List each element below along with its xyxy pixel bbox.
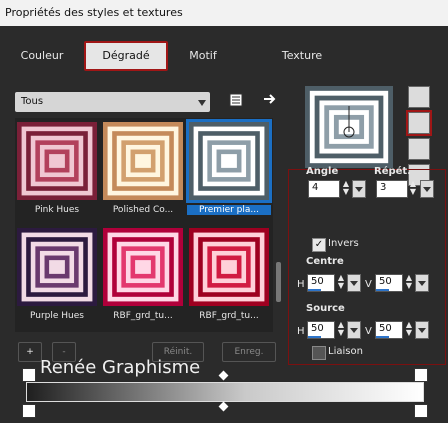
scrollbar-thumb[interactable] <box>276 262 281 302</box>
bottom-left-stop-marker[interactable] <box>22 404 36 418</box>
gradient-name: Purple Hues <box>30 311 84 321</box>
gradient-thumbnail <box>189 228 269 306</box>
tab-bar: Couleur Dégradé Motif Texture <box>0 41 448 71</box>
chevron-down-icon <box>198 100 206 106</box>
gradient-band <box>49 154 65 168</box>
gradient-item[interactable]: Premier pla... <box>186 119 272 218</box>
gradient-band <box>221 260 237 274</box>
gradient-item[interactable]: RBF_grd_tu... <box>187 226 271 324</box>
invert-checkbox[interactable]: ✓ <box>312 238 326 252</box>
center-h-label: H <box>297 279 305 290</box>
center-h-input[interactable]: 50 <box>307 274 335 292</box>
gradient-item[interactable]: RBF_grd_tu... <box>101 226 185 324</box>
bottom-midpoint-marker[interactable] <box>218 401 229 412</box>
repeat-label: Répét. <box>374 166 412 177</box>
repeat-stepper[interactable]: ▲ ▼ <box>406 180 420 196</box>
source-h-stepper[interactable]: ▲ ▼ <box>334 321 348 337</box>
source-h-dropdown[interactable] <box>347 321 361 339</box>
source-v-label: V <box>365 326 372 337</box>
gradient-thumbnail <box>17 228 97 306</box>
gradient-band <box>49 260 65 274</box>
repeat-input[interactable]: 3 <box>376 180 408 198</box>
gradient-thumbnail <box>103 122 183 200</box>
angle-dropdown[interactable] <box>352 180 366 198</box>
tab-motif[interactable]: Motif <box>176 44 230 68</box>
square-gradient-tool-icon[interactable] <box>406 110 432 136</box>
save-button[interactable]: Enreg. <box>222 342 276 362</box>
gradient-bar[interactable] <box>26 382 424 402</box>
title-bar: Propriétés des styles et textures <box>0 0 448 26</box>
source-v-input[interactable]: 50 <box>375 321 403 339</box>
linear-gradient-tool-icon[interactable] <box>408 86 430 108</box>
top-right-stop-marker[interactable] <box>414 368 428 382</box>
category-dropdown[interactable]: Tous <box>15 92 210 112</box>
gradient-band <box>135 260 151 274</box>
gradient-name: Pink Hues <box>34 205 80 215</box>
category-value: Tous <box>21 96 44 107</box>
arrow-right-icon[interactable] <box>262 91 278 110</box>
gradient-band <box>135 154 151 168</box>
source-h-label: H <box>297 326 305 337</box>
add-button[interactable]: + <box>18 342 42 362</box>
gradient-item[interactable]: Polished Co... <box>101 120 185 218</box>
source-label: Source <box>306 303 345 314</box>
angle-stepper[interactable]: ▲ ▼ <box>339 180 353 196</box>
invert-label: Invers <box>328 238 359 249</box>
preview-image <box>305 86 393 168</box>
source-v-dropdown[interactable] <box>415 321 429 339</box>
gradient-name: Premier pla... <box>187 205 271 215</box>
repeat-dropdown[interactable] <box>420 180 434 198</box>
bottom-right-stop-marker[interactable] <box>414 404 428 418</box>
gradient-preview[interactable] <box>305 86 393 168</box>
radial-gradient-tool-icon[interactable] <box>408 138 430 160</box>
gradient-thumbnail <box>17 122 97 200</box>
gradient-band <box>221 154 237 168</box>
gradient-gallery: Pink Hues Polished Co... Premier pla... Pur… <box>15 118 273 332</box>
center-v-input[interactable]: 50 <box>375 274 403 292</box>
watermark-signature: Renée Graphisme <box>40 357 201 378</box>
gradient-item[interactable]: Purple Hues <box>15 226 99 324</box>
link-checkbox[interactable] <box>312 346 326 360</box>
angle-input[interactable]: 4 <box>308 180 340 198</box>
tab-degrade[interactable]: Dégradé <box>84 41 168 71</box>
gradient-name: RBF_grd_tu... <box>199 311 259 321</box>
tab-texture[interactable]: Texture <box>270 44 334 68</box>
tab-couleur[interactable]: Couleur <box>12 44 72 68</box>
gradient-item[interactable]: Pink Hues <box>15 120 99 218</box>
top-midpoint-marker[interactable] <box>218 370 229 381</box>
link-label: Liaison <box>328 346 363 357</box>
center-v-stepper[interactable]: ▲ ▼ <box>402 274 416 290</box>
window-title: Propriétés des styles et textures <box>5 6 183 19</box>
angle-label: Angle <box>306 166 339 177</box>
center-h-stepper[interactable]: ▲ ▼ <box>334 274 348 290</box>
center-v-dropdown[interactable] <box>415 274 429 292</box>
top-left-stop-marker[interactable] <box>22 368 36 382</box>
center-label: Centre <box>306 256 344 267</box>
source-h-input[interactable]: 50 <box>307 321 335 339</box>
gradient-name: RBF_grd_tu... <box>113 311 173 321</box>
center-h-dropdown[interactable] <box>347 274 361 292</box>
gradient-thumbnail <box>186 119 272 203</box>
library-icon[interactable] <box>228 92 244 111</box>
gradient-thumbnail <box>103 228 183 306</box>
gallery-scrollbar[interactable] <box>274 118 282 332</box>
gradient-name: Polished Co... <box>112 205 174 215</box>
center-v-label: V <box>365 279 372 290</box>
source-v-stepper[interactable]: ▲ ▼ <box>402 321 416 337</box>
